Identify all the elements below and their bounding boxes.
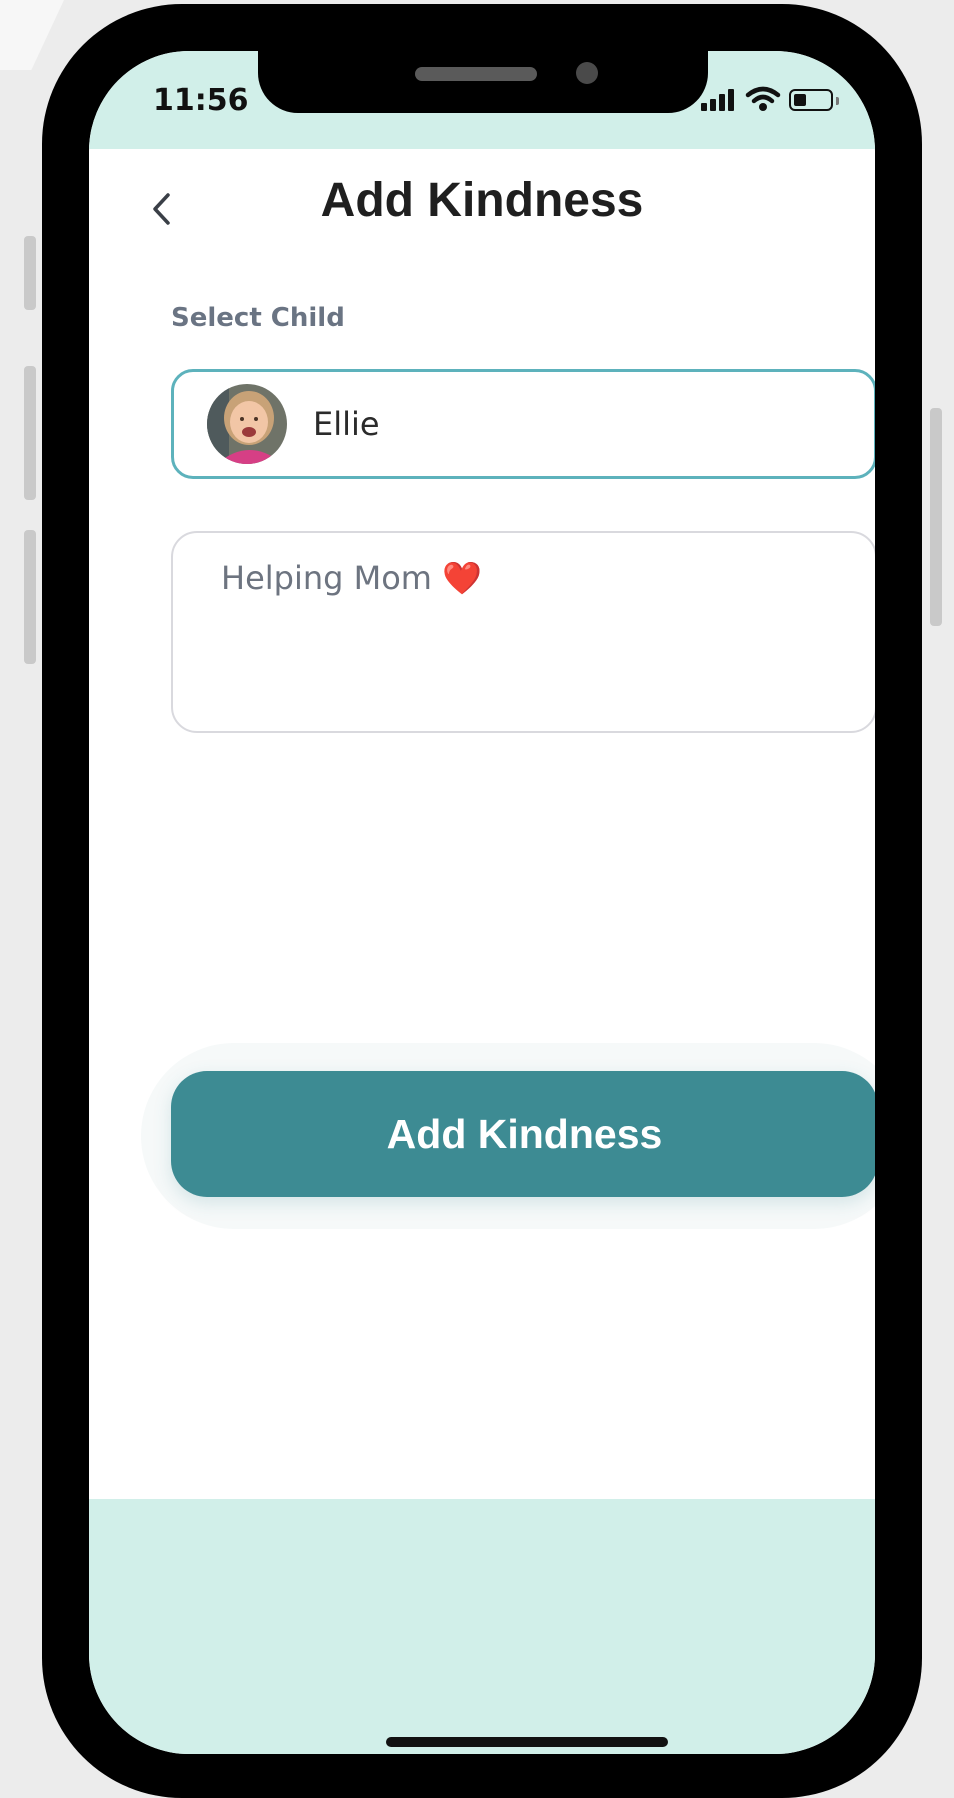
status-time: 11:56 bbox=[153, 83, 249, 118]
phone-volume-up-button bbox=[24, 366, 36, 500]
header: Add Kindness bbox=[89, 149, 875, 259]
battery-fill bbox=[794, 94, 806, 106]
avatar bbox=[207, 384, 287, 464]
notch-speaker bbox=[415, 67, 537, 81]
select-child-label: Select Child bbox=[171, 303, 345, 333]
notch-camera bbox=[576, 62, 598, 84]
wifi-icon bbox=[745, 86, 781, 111]
bottom-panel bbox=[89, 1499, 875, 1754]
add-kindness-button[interactable]: Add Kindness bbox=[171, 1071, 875, 1197]
phone-volume-down-button bbox=[24, 530, 36, 664]
phone-screen: 11:56 Add Kindness Select Child Ellie He… bbox=[89, 51, 875, 1754]
background-stripe bbox=[0, 0, 69, 70]
phone-frame: 11:56 Add Kindness Select Child Ellie He… bbox=[42, 4, 922, 1798]
child-photo bbox=[207, 384, 287, 464]
kindness-description-input[interactable]: Helping Mom ❤️ bbox=[171, 531, 875, 733]
battery-cap bbox=[836, 97, 839, 105]
phone-power-button bbox=[930, 408, 942, 626]
page-title: Add Kindness bbox=[320, 174, 644, 227]
battery-icon bbox=[789, 89, 833, 111]
status-icons bbox=[701, 85, 851, 117]
home-indicator bbox=[386, 1737, 668, 1747]
phone-silent-switch bbox=[24, 236, 36, 310]
child-select[interactable]: Ellie bbox=[171, 369, 875, 479]
phone-notch bbox=[258, 51, 708, 113]
selected-child-name: Ellie bbox=[313, 405, 380, 443]
